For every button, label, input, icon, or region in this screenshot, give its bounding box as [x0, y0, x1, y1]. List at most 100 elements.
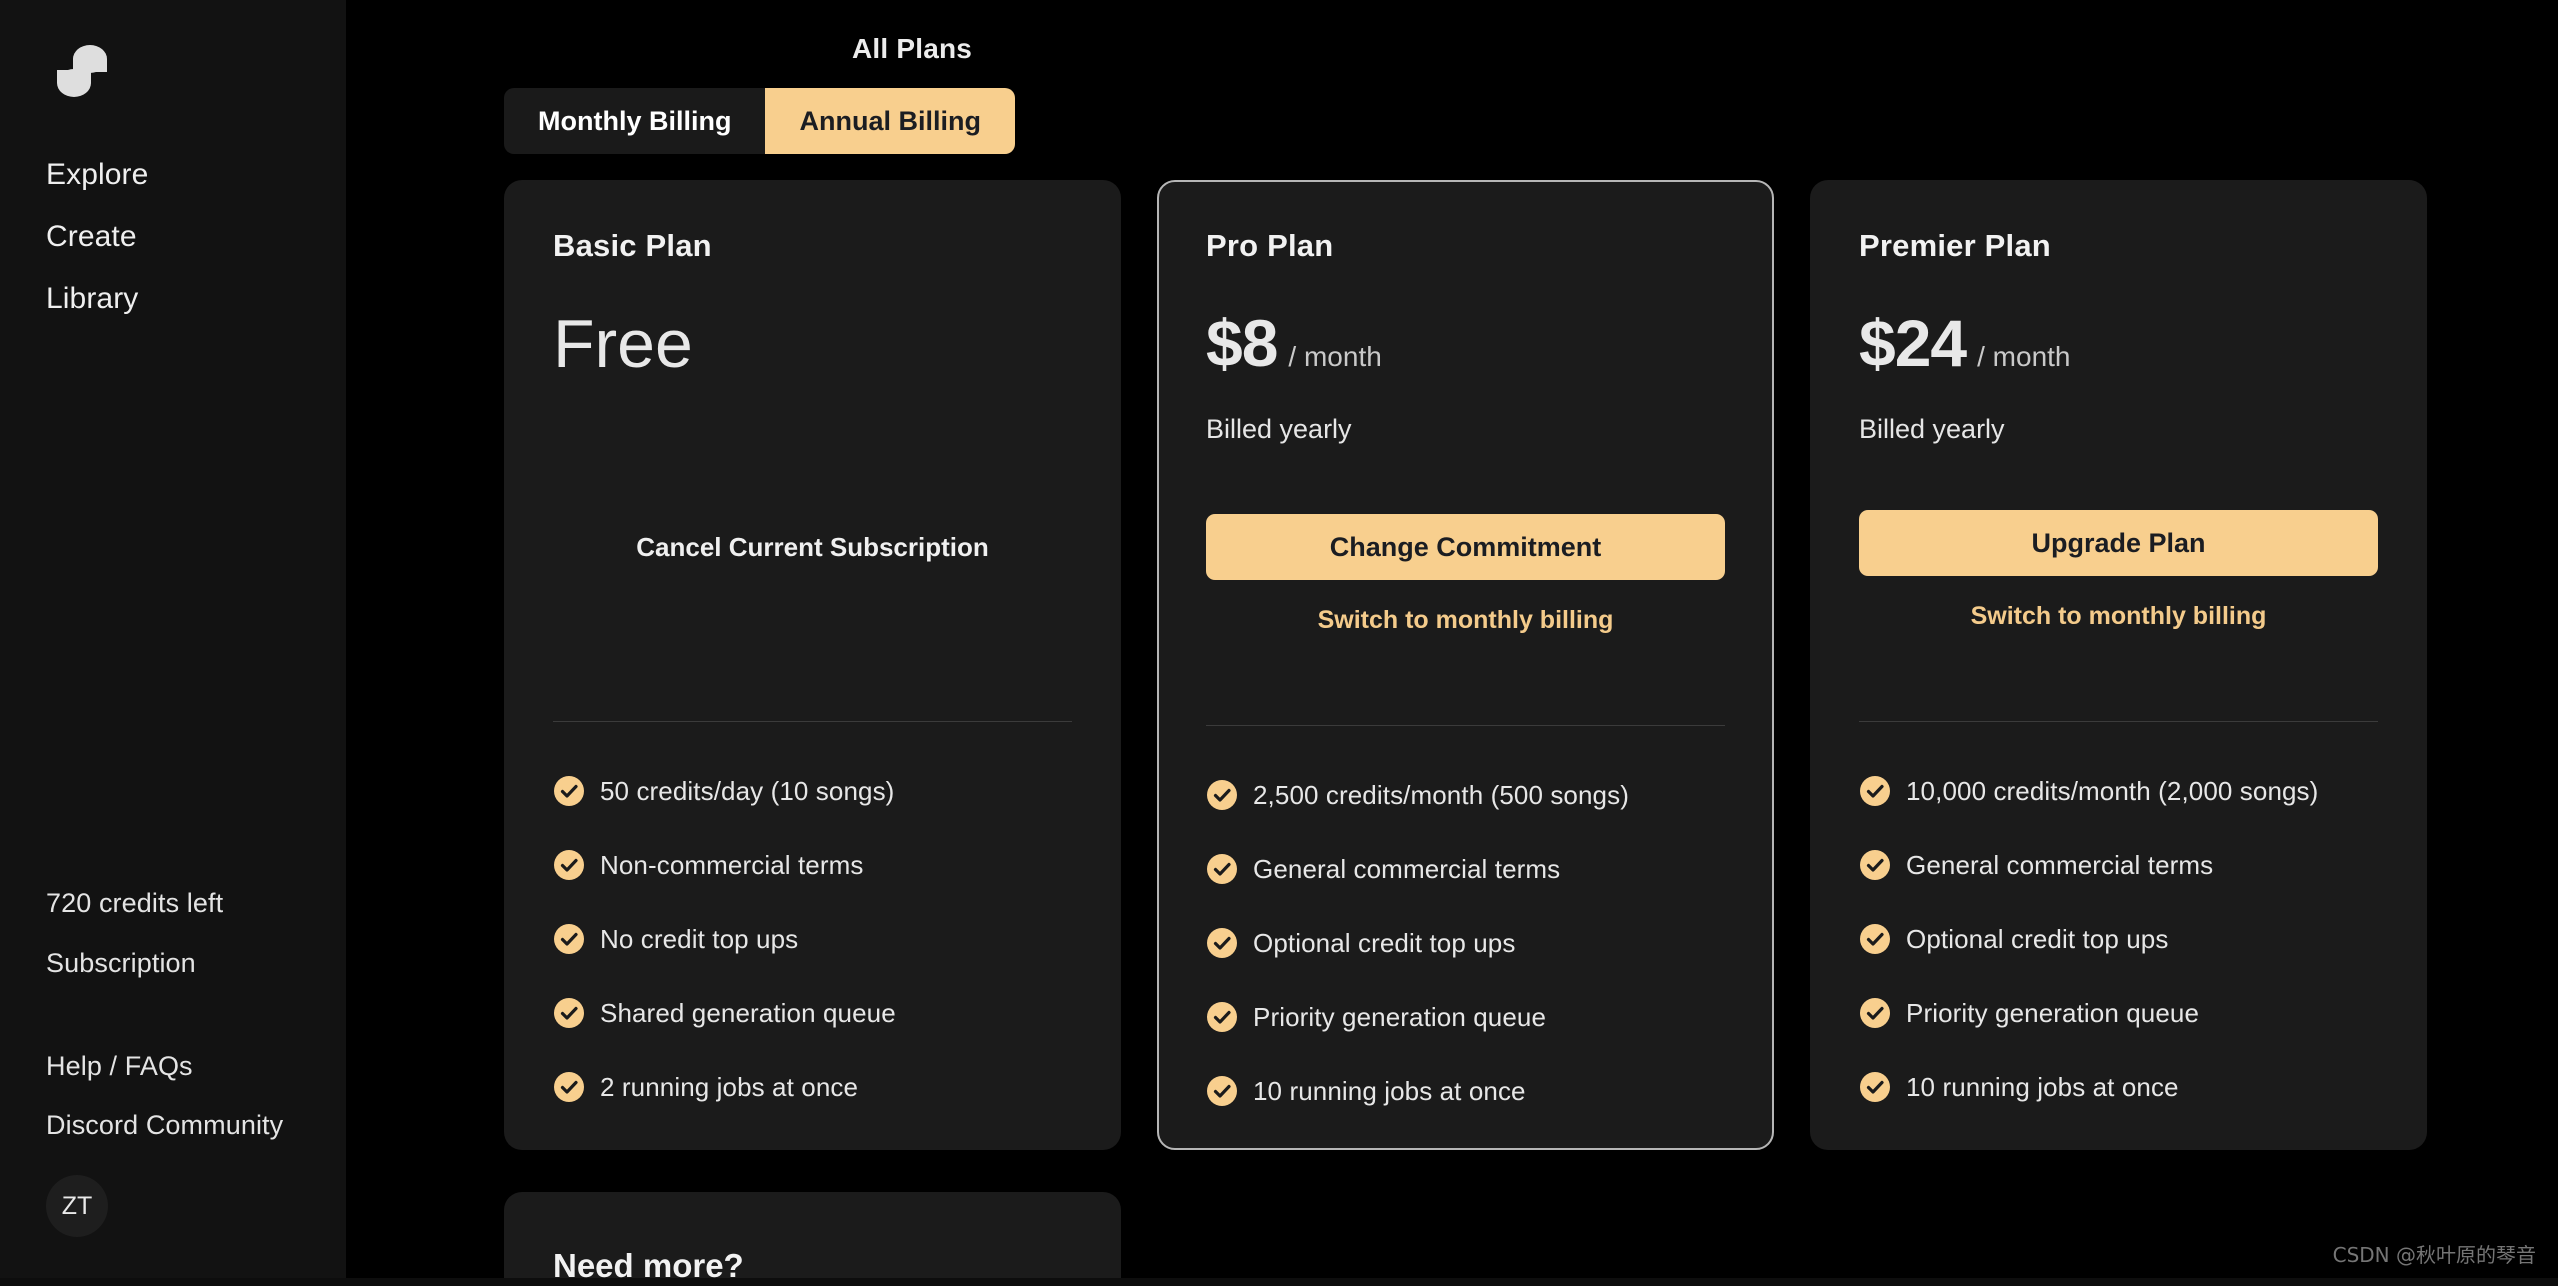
plan-cta-zone: Cancel Current Subscription [553, 510, 1072, 563]
sidebar-item-create[interactable]: Create [46, 222, 148, 252]
plan-feature: General commercial terms [1206, 853, 1742, 885]
tab-annual-billing[interactable]: Annual Billing [765, 88, 1015, 154]
plan-billing-note: Billed yearly [1859, 414, 2005, 444]
plan-feature-label: 10 running jobs at once [1906, 1071, 2179, 1102]
plan-feature: 10 running jobs at once [1859, 1071, 2397, 1103]
plan-card-basic: Basic Plan Free Cancel Current Subscript… [504, 180, 1121, 1150]
plan-price-unit: / month [1288, 341, 1382, 372]
check-circle-icon [1860, 998, 1890, 1028]
check-circle-icon [1860, 1072, 1890, 1102]
plan-feature-label: 50 credits/day (10 songs) [600, 775, 895, 806]
account-section: 720 credits left Subscription [46, 890, 223, 1010]
plan-price-row: $24 / month [1859, 310, 2378, 376]
plan-name: Premier Plan [1859, 228, 2051, 263]
bottom-bar [0, 1278, 2558, 1286]
plan-feature-label: Priority generation queue [1906, 997, 2200, 1028]
plan-feature-label: Shared generation queue [600, 997, 896, 1028]
plan-feature-label: General commercial terms [1906, 849, 2214, 880]
subscription-page: Explore Create Library 720 credits left … [0, 0, 2558, 1286]
sidebar-item-explore[interactable]: Explore [46, 160, 148, 190]
switch-to-monthly-billing-link[interactable]: Switch to monthly billing [1859, 602, 2378, 631]
plan-card-list: Basic Plan Free Cancel Current Subscript… [504, 180, 2427, 1150]
avatar-initials: ZT [61, 1191, 93, 1220]
check-circle-icon [554, 998, 584, 1028]
sidebar-item-discord-community[interactable]: Discord Community [46, 1112, 283, 1139]
plan-feature: 2 running jobs at once [553, 1071, 1091, 1103]
sidebar-item-subscription[interactable]: Subscription [46, 950, 223, 977]
avatar[interactable]: ZT [46, 1175, 108, 1237]
plan-feature-label: Priority generation queue [1253, 1001, 1547, 1032]
check-circle-icon [554, 924, 584, 954]
upgrade-plan-button[interactable]: Upgrade Plan [1859, 510, 2378, 576]
check-circle-icon [554, 776, 584, 806]
check-circle-icon [1860, 850, 1890, 880]
change-commitment-button[interactable]: Change Commitment [1206, 514, 1725, 580]
check-circle-icon [1207, 928, 1237, 958]
plan-feature: Non-commercial terms [553, 849, 1091, 881]
plan-price: $24 [1859, 306, 1967, 380]
page-title: All Plans [852, 33, 973, 64]
plan-feature: 2,500 credits/month (500 songs) [1206, 779, 1742, 811]
plan-cta-zone: Change Commitment Switch to monthly bill… [1206, 514, 1725, 635]
card-divider [1206, 725, 1725, 726]
plan-card-premier: Premier Plan $24 / month Billed yearly U… [1810, 180, 2427, 1150]
plan-price: $8 [1206, 306, 1278, 380]
plan-feature: Priority generation queue [1859, 997, 2397, 1029]
plan-feature-label: Non-commercial terms [600, 849, 864, 880]
cancel-subscription-button[interactable]: Cancel Current Subscription [553, 532, 1072, 563]
plan-feature: 10 running jobs at once [1206, 1075, 1742, 1107]
plan-feature-label: Optional credit top ups [1253, 927, 1516, 958]
main-content: All Plans Monthly Billing Annual Billing… [346, 0, 2558, 1286]
check-circle-icon [1207, 780, 1237, 810]
plan-feature-list: 50 credits/day (10 songs) Non-commercial… [553, 775, 1091, 1145]
switch-to-monthly-billing-link[interactable]: Switch to monthly billing [1206, 606, 1725, 635]
credits-left-label: 720 credits left [46, 888, 224, 918]
plan-feature: 10,000 credits/month (2,000 songs) [1859, 775, 2397, 807]
plan-price: Free [553, 306, 693, 382]
plan-name: Basic Plan [553, 228, 712, 263]
sidebar-item-library[interactable]: Library [46, 284, 148, 314]
plan-feature: Optional credit top ups [1859, 923, 2397, 955]
plan-name: Pro Plan [1206, 228, 1334, 263]
support-section: Help / FAQs Discord Community [46, 1053, 283, 1171]
plan-feature: Optional credit top ups [1206, 927, 1742, 959]
watermark: CSDN @秋叶原的琴音 [2332, 1243, 2536, 1267]
check-circle-icon [1207, 1002, 1237, 1032]
plan-feature-label: General commercial terms [1253, 853, 1561, 884]
plan-feature-label: Optional credit top ups [1906, 923, 2169, 954]
plan-feature-label: 10,000 credits/month (2,000 songs) [1906, 775, 2319, 806]
app-logo[interactable] [45, 28, 129, 112]
need-more-card[interactable]: Need more? [504, 1192, 1121, 1286]
plan-feature-list: 2,500 credits/month (500 songs) General … [1206, 779, 1742, 1149]
plan-feature-label: 2 running jobs at once [600, 1071, 859, 1102]
plan-price-row: $8 / month [1206, 310, 1725, 376]
plan-feature: 50 credits/day (10 songs) [553, 775, 1091, 807]
card-divider [553, 721, 1072, 722]
sidebar: Explore Create Library 720 credits left … [0, 0, 346, 1286]
plan-feature-label: 2,500 credits/month (500 songs) [1253, 779, 1629, 810]
check-circle-icon [1207, 854, 1237, 884]
card-divider [1859, 721, 2378, 722]
tab-monthly-billing[interactable]: Monthly Billing [504, 88, 766, 154]
plan-price-row: Free [553, 310, 1072, 378]
billing-tab-group: Monthly Billing Annual Billing [504, 88, 1015, 154]
plan-feature-list: 10,000 credits/month (2,000 songs) Gener… [1859, 775, 2397, 1145]
sidebar-item-help-faqs[interactable]: Help / FAQs [46, 1053, 283, 1080]
check-circle-icon [1860, 924, 1890, 954]
plan-feature-label: No credit top ups [600, 923, 799, 954]
check-circle-icon [554, 1072, 584, 1102]
check-circle-icon [1860, 776, 1890, 806]
plan-price-unit: / month [1977, 341, 2071, 372]
suno-logo-icon [57, 45, 107, 97]
plan-billing-note: Billed yearly [1206, 414, 1352, 444]
check-circle-icon [1207, 1076, 1237, 1106]
plan-feature: Shared generation queue [553, 997, 1091, 1029]
plan-feature: No credit top ups [553, 923, 1091, 955]
plan-cta-zone: Upgrade Plan Switch to monthly billing [1859, 510, 2378, 631]
plan-feature: General commercial terms [1859, 849, 2397, 881]
check-circle-icon [554, 850, 584, 880]
plan-feature: Priority generation queue [1206, 1001, 1742, 1033]
plan-card-pro: Pro Plan $8 / month Billed yearly Change… [1157, 180, 1774, 1150]
plan-feature-label: 10 running jobs at once [1253, 1075, 1526, 1106]
primary-navigation: Explore Create Library [46, 160, 148, 346]
